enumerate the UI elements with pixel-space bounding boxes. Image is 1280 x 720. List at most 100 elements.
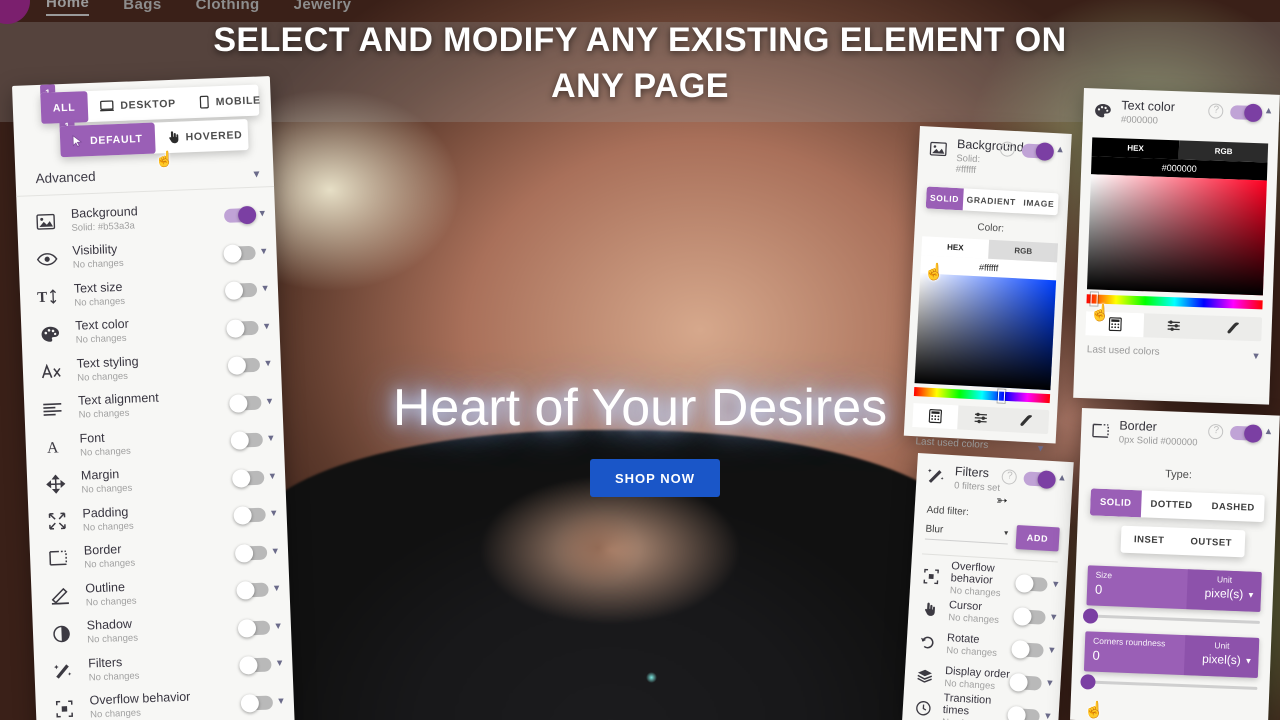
chevron-down-icon[interactable]: ▾ — [271, 506, 277, 519]
chevron-down-icon[interactable]: ▾ — [261, 244, 267, 257]
tab-image[interactable]: IMAGE — [1019, 192, 1059, 216]
property-toggle[interactable] — [232, 468, 265, 488]
chevron-down-icon[interactable]: ▾ — [274, 581, 280, 594]
chevron-down-icon[interactable]: ▾ — [265, 357, 271, 370]
property-toggle[interactable] — [228, 356, 261, 376]
help-icon[interactable]: ? — [1001, 469, 1018, 485]
property-toggle[interactable] — [1015, 574, 1049, 594]
border-corners-slider[interactable] — [1080, 674, 1258, 691]
chevron-up-icon[interactable]: ▴ — [1057, 142, 1063, 155]
border-type-dashed[interactable]: DASHED — [1202, 493, 1265, 522]
chevron-down-icon[interactable]: ▾ — [1253, 349, 1259, 362]
chevron-down-icon[interactable]: ▾ — [262, 282, 268, 295]
sliders-icon[interactable] — [957, 406, 1004, 432]
shop-now-button[interactable]: SHOP NOW — [590, 459, 720, 497]
slider-handle[interactable] — [1082, 608, 1099, 625]
state-tab-hovered[interactable]: HOVERED — [154, 119, 255, 154]
property-toggle[interactable] — [233, 506, 267, 526]
property-toggle[interactable] — [239, 656, 273, 675]
border-size-input[interactable]: Size 0 — [1086, 566, 1187, 610]
chevron-down-icon[interactable]: ▾ — [1045, 709, 1051, 720]
tab-gradient[interactable]: GRADIENT — [962, 189, 1020, 214]
text-color-enable-toggle[interactable] — [1230, 103, 1264, 123]
help-icon[interactable]: ? — [999, 141, 1016, 158]
border-corners-input[interactable]: Corners roundness 0 — [1084, 632, 1185, 676]
border-type-solid[interactable]: SOLID — [1089, 488, 1142, 518]
property-toggle[interactable] — [230, 431, 264, 451]
tab-rgb[interactable]: RGB — [1178, 140, 1269, 163]
border-size-field[interactable]: Size 0 Unit pixel(s) ▼ — [1086, 565, 1262, 613]
chevron-down-icon[interactable]: ▾ — [1049, 644, 1055, 657]
property-toggle[interactable] — [1013, 607, 1047, 627]
eyedropper-icon[interactable] — [1002, 408, 1049, 434]
text-color-hue-slider[interactable] — [1086, 292, 1263, 310]
property-toggle[interactable] — [236, 581, 270, 600]
property-toggle[interactable] — [235, 543, 268, 563]
chevron-up-icon[interactable]: ▴ — [1266, 103, 1272, 116]
border-size-unit-select[interactable]: Unit pixel(s) ▼ — [1186, 569, 1262, 613]
hue-slider-handle[interactable] — [997, 389, 1006, 404]
border-corners-field[interactable]: Corners roundness 0 Unit pixel(s) ▼ — [1083, 631, 1260, 679]
filter-type-select[interactable]: Blur ▾ — [924, 523, 1009, 545]
nav-item-clothing[interactable]: Clothing — [196, 0, 260, 16]
help-icon[interactable]: ? — [1208, 103, 1224, 119]
property-toggle[interactable] — [1009, 673, 1043, 693]
keypad-icon[interactable] — [1085, 311, 1145, 338]
property-toggle[interactable] — [229, 393, 263, 413]
device-tab-desktop[interactable]: DESKTOP — [87, 87, 189, 122]
chevron-down-icon[interactable]: ▾ — [275, 619, 281, 632]
chevron-down-icon[interactable]: ▾ — [277, 656, 283, 669]
chevron-down-icon[interactable]: ▾ — [272, 544, 278, 557]
keypad-icon[interactable] — [912, 403, 959, 430]
property-toggle[interactable] — [223, 244, 257, 263]
nav-item-home[interactable]: Home — [46, 0, 90, 16]
border-type-outset[interactable]: OUTSET — [1177, 528, 1246, 558]
border-type-inset[interactable]: INSET — [1120, 526, 1177, 555]
border-enable-toggle[interactable] — [1230, 424, 1263, 443]
add-filter-button[interactable]: ADD — [1015, 525, 1060, 552]
chevron-down-icon[interactable]: ▾ — [1047, 676, 1053, 689]
tab-rgb[interactable]: RGB — [988, 240, 1059, 263]
hue-slider-handle[interactable] — [1089, 292, 1098, 306]
device-tab-mobile[interactable]: MOBILE — [187, 84, 269, 118]
property-toggle[interactable] — [240, 693, 274, 713]
chevron-down-icon[interactable]: ▾ — [266, 394, 273, 407]
border-type-dotted[interactable]: DOTTED — [1140, 491, 1202, 520]
chevron-down-icon[interactable]: ▾ — [278, 694, 284, 707]
property-toggle[interactable] — [224, 205, 257, 225]
chevron-down-icon[interactable]: ▾ — [264, 319, 270, 332]
tab-hex[interactable]: HEX — [1091, 137, 1180, 160]
advanced-chevron-down-icon[interactable]: ▾ — [253, 167, 260, 181]
background-saturation-value-area[interactable] — [914, 273, 1057, 391]
chevron-up-icon[interactable]: ▴ — [1265, 424, 1271, 437]
nav-item-bags[interactable]: Bags — [123, 0, 161, 16]
chevron-down-icon[interactable]: ▾ — [1051, 611, 1057, 624]
background-enable-toggle[interactable] — [1021, 142, 1055, 162]
border-corners-unit-select[interactable]: Unit pixel(s) ▼ — [1183, 635, 1260, 679]
property-toggle[interactable] — [225, 281, 258, 301]
chevron-down-icon[interactable]: ▾ — [1053, 578, 1059, 591]
slider-handle[interactable] — [1080, 674, 1096, 691]
filters-enable-toggle[interactable] — [1023, 470, 1057, 490]
property-toggle[interactable] — [1011, 640, 1045, 660]
text-color-saturation-value-area[interactable] — [1086, 174, 1267, 296]
chevron-down-icon[interactable]: ▾ — [259, 207, 265, 220]
sliders-icon[interactable] — [1143, 314, 1203, 340]
chevron-down-icon[interactable]: ▾ — [268, 431, 274, 444]
chevron-down-icon[interactable]: ▾ — [269, 469, 275, 482]
background-hue-slider[interactable] — [913, 387, 1051, 404]
tab-solid[interactable]: SOLID — [925, 186, 964, 211]
rotate-icon — [916, 635, 937, 651]
chevron-up-icon[interactable]: ▴ — [1059, 470, 1065, 483]
help-icon[interactable]: ? — [1208, 423, 1224, 440]
chevron-down-icon[interactable]: ▾ — [1037, 442, 1043, 455]
property-toggle[interactable] — [238, 618, 271, 638]
state-tab-default[interactable]: DEFAULT — [59, 122, 156, 158]
border-panel-titles: Border 0px Solid #000000 — [1119, 418, 1209, 449]
eyedropper-icon[interactable] — [1202, 316, 1262, 342]
tab-hex[interactable]: HEX — [921, 236, 990, 260]
nav-item-jewelry[interactable]: Jewelry — [294, 0, 352, 16]
border-size-slider[interactable] — [1082, 608, 1260, 625]
property-toggle[interactable] — [226, 318, 260, 338]
property-toggle[interactable] — [1007, 706, 1041, 720]
